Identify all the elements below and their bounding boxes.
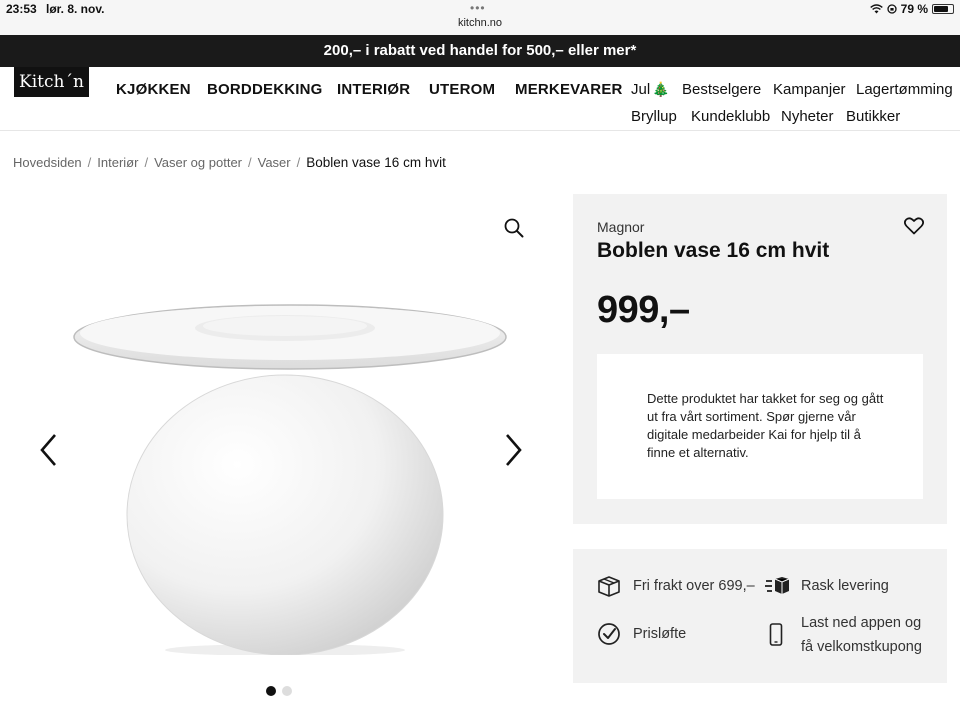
breadcrumb-link-vaser[interactable]: Vaser bbox=[258, 155, 291, 170]
free-shipping-item: Fri frakt over 699,– bbox=[597, 574, 755, 598]
christmas-tree-icon: 🎄 bbox=[652, 81, 670, 97]
product-gallery bbox=[20, 200, 540, 700]
heart-icon[interactable] bbox=[904, 217, 924, 235]
fast-delivery-label: Rask levering bbox=[801, 578, 889, 594]
smartphone-icon bbox=[769, 623, 783, 646]
product-price: 999,– bbox=[597, 289, 690, 331]
nav-jul[interactable]: Jul 🎄 bbox=[631, 81, 670, 98]
nav-kundeklubb[interactable]: Kundeklubb bbox=[691, 108, 770, 125]
tab-dots[interactable]: ••• bbox=[470, 1, 486, 15]
promo-banner[interactable]: 200,– i rabatt ved handel for 500,– elle… bbox=[0, 35, 960, 67]
product-title: Boblen vase 16 cm hvit bbox=[597, 239, 830, 262]
price-promise-label: Prisløfte bbox=[633, 626, 687, 642]
app-download-item[interactable]: Last ned appen og få velkomstkupong bbox=[769, 611, 922, 659]
app-download-line-1: Last ned appen og bbox=[801, 615, 922, 631]
nav-bryllup[interactable]: Bryllup bbox=[631, 108, 677, 125]
site-logo[interactable]: Kitch´n bbox=[14, 67, 89, 97]
nav-interior[interactable]: INTERIØR bbox=[337, 81, 410, 98]
address-bar[interactable]: kitchn.no bbox=[0, 17, 960, 29]
nav-kjokken[interactable]: KJØKKEN bbox=[116, 81, 191, 98]
nav-bestselgere[interactable]: Bestselgere bbox=[682, 81, 761, 98]
nav-merkevarer[interactable]: MERKEVARER bbox=[515, 81, 623, 98]
breadcrumb-separator: / bbox=[144, 155, 149, 170]
previous-image-arrow-icon[interactable] bbox=[38, 432, 60, 468]
app-download-line-2: få velkomstkupong bbox=[801, 639, 922, 655]
free-shipping-label: Fri frakt over 699,– bbox=[633, 578, 755, 594]
gallery-dot-1[interactable] bbox=[266, 686, 276, 696]
battery-icon bbox=[932, 4, 954, 14]
breadcrumb-separator: / bbox=[87, 155, 92, 170]
breadcrumb: Hovedsiden / Interiør / Vaser og potter / Vase… bbox=[13, 155, 446, 170]
check-circle-icon bbox=[598, 623, 620, 645]
breadcrumb-current: Boblen vase 16 cm hvit bbox=[306, 155, 446, 170]
breadcrumb-separator: / bbox=[296, 155, 301, 170]
battery-percent: 79 % bbox=[900, 2, 928, 16]
gallery-pagination bbox=[266, 686, 292, 696]
nav-lagertomming[interactable]: Lagertømming bbox=[856, 81, 953, 98]
status-date: lør. 8. nov. bbox=[46, 2, 105, 16]
zoom-icon[interactable] bbox=[503, 217, 525, 239]
fast-delivery-item: Rask levering bbox=[765, 574, 889, 598]
discontinued-notice-text: Dette produktet har takket for seg og gå… bbox=[647, 391, 884, 460]
breadcrumb-link-vaser-og-potter[interactable]: Vaser og potter bbox=[154, 155, 242, 170]
product-image-vase[interactable] bbox=[70, 295, 510, 655]
fast-delivery-icon bbox=[765, 577, 790, 594]
discontinued-notice: Dette produktet har takket for seg og gå… bbox=[597, 354, 923, 499]
breadcrumb-link-interior[interactable]: Interiør bbox=[97, 155, 138, 170]
nav-uterom[interactable]: UTEROM bbox=[429, 81, 495, 98]
nav-kampanjer[interactable]: Kampanjer bbox=[773, 81, 846, 98]
price-promise-item: Prisløfte bbox=[597, 622, 686, 646]
nav-butikker[interactable]: Butikker bbox=[846, 108, 900, 125]
wifi-icon bbox=[869, 4, 883, 14]
gallery-dot-2[interactable] bbox=[282, 686, 292, 696]
product-info-panel: Magnor Boblen vase 16 cm hvit 999,– Dett… bbox=[573, 194, 947, 524]
status-time: 23:53 bbox=[6, 2, 37, 16]
service-info-panel: Fri frakt over 699,– Rask levering Prisl… bbox=[573, 549, 947, 683]
product-brand[interactable]: Magnor bbox=[597, 219, 644, 235]
nav-nyheter[interactable]: Nyheter bbox=[781, 108, 834, 125]
nav-jul-label: Jul bbox=[631, 81, 651, 98]
package-icon bbox=[598, 576, 620, 597]
ios-status-bar: 23:53 lør. 8. nov. ••• kitchn.no 79 % bbox=[0, 0, 960, 35]
lock-rotation-icon bbox=[886, 4, 897, 14]
breadcrumb-separator: / bbox=[248, 155, 252, 170]
site-header: Kitch´n KJØKKEN BORDDEKKING INTERIØR UTE… bbox=[0, 67, 960, 131]
nav-borddekking[interactable]: BORDDEKKING bbox=[207, 81, 323, 98]
breadcrumb-link-home[interactable]: Hovedsiden bbox=[13, 155, 82, 170]
